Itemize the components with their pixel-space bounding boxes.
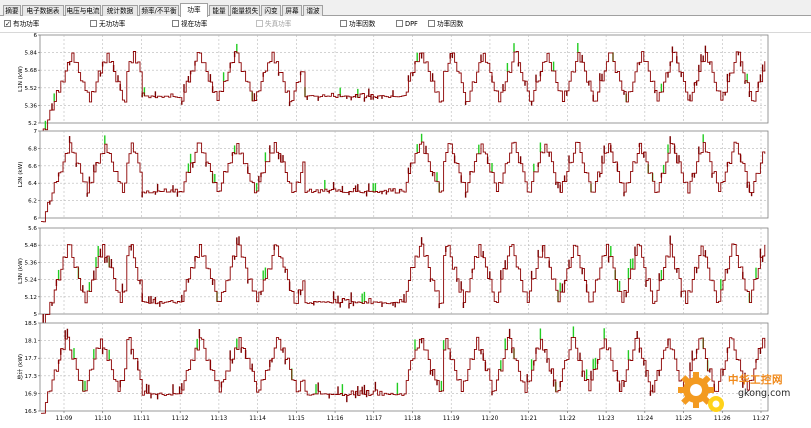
y-tick-label: 17.7	[25, 356, 38, 362]
option-label: 视在功率	[181, 20, 208, 28]
x-tick-label: 11:15	[288, 416, 305, 422]
x-tick-label: 11:16	[327, 416, 344, 422]
checkbox-box[interactable]	[340, 20, 347, 27]
y-tick-label: 5.2	[28, 121, 37, 127]
x-tick-label: 11:12	[172, 416, 189, 422]
x-tick-label: 11:19	[443, 416, 460, 422]
y-tick-label: 5.12	[25, 295, 37, 301]
panel-frame-0	[39, 34, 769, 124]
tab-bar: 摘要 电子数据表 电压与电流 统计数据 频率/不平衡 功率 能量 能量损失 闪变 屏幕 谐波	[0, 0, 811, 17]
tab-2[interactable]: 电压与电流	[65, 5, 101, 16]
y-axis-title: L1N (kW)	[18, 66, 24, 92]
tab-1[interactable]: 电子数据表	[22, 5, 64, 16]
tab-9[interactable]: 屏幕	[282, 5, 302, 16]
y-tick-label: 5.24	[25, 278, 38, 284]
y-tick-label: 6	[33, 33, 37, 39]
y-tick-label: 5.6	[28, 226, 37, 232]
option-label: DPF	[405, 20, 418, 28]
x-tick-label: 11:11	[133, 416, 150, 422]
watermark: 中华工控网 gkong.com	[676, 368, 808, 420]
y-tick-label: 5.52	[25, 86, 37, 92]
option-label: 无功功率	[99, 20, 126, 28]
y-tick-label: 5.48	[25, 243, 38, 249]
y-axis-title: L2N (kW)	[18, 162, 24, 188]
y-tick-label: 6.6	[28, 164, 37, 170]
option-checkbox-4[interactable]: 功率因数	[340, 20, 375, 29]
y-axis-title: L3N (kW)	[18, 258, 24, 284]
tab-7[interactable]: 能量损失	[230, 5, 260, 16]
watermark-url: gkong.com	[738, 388, 791, 399]
tab-6[interactable]: 能量	[209, 5, 229, 16]
option-checkbox-5[interactable]: DPF	[396, 20, 418, 29]
option-label: 功率因数	[349, 20, 376, 28]
option-checkbox-2[interactable]: 视在功率	[172, 20, 207, 29]
y-axis-title: 总计 (kW)	[16, 354, 24, 380]
panel-frame-1	[39, 130, 769, 219]
y-tick-label: 5.36	[25, 103, 38, 109]
checkbox-box[interactable]	[90, 20, 97, 27]
x-tick-label: 11:24	[636, 416, 653, 422]
panel-frame-3	[39, 322, 769, 412]
x-tick-label: 11:21	[520, 416, 537, 422]
checkbox-box[interactable]	[396, 20, 403, 27]
y-tick-label: 17.3	[25, 374, 38, 380]
option-label: 有功功率	[13, 20, 40, 28]
y-tick-label: 18.1	[25, 339, 38, 345]
checkbox-box[interactable]	[256, 20, 263, 27]
x-tick-label: 11:09	[56, 416, 73, 422]
checkbox-box[interactable]	[172, 20, 179, 27]
series-toolbar: 有功功率 无功功率 视在功率 失真功率 功率因数 DPF 功率因数	[0, 16, 811, 33]
x-tick-label: 11:13	[211, 416, 228, 422]
option-checkbox-3[interactable]: 失真功率	[256, 20, 291, 29]
option-label: 失真功率	[265, 20, 292, 28]
tab-4[interactable]: 频率/不平衡	[139, 5, 179, 16]
tab-5[interactable]: 功率	[180, 3, 208, 17]
y-tick-label: 16.5	[25, 409, 38, 415]
watermark-name: 中华工控网	[728, 374, 783, 386]
x-tick-label: 11:23	[598, 416, 615, 422]
x-tick-label: 11:17	[365, 416, 382, 422]
x-tick-label: 11:20	[482, 416, 499, 422]
y-tick-label: 6.8	[28, 146, 37, 152]
y-tick-label: 16.9	[25, 391, 38, 397]
y-tick-label: 7	[33, 129, 37, 135]
x-tick-label: 11:10	[94, 416, 111, 422]
option-checkbox-6[interactable]: 功率因数	[428, 20, 463, 29]
tab-10[interactable]: 谐波	[303, 5, 323, 16]
y-tick-label: 5.84	[25, 51, 38, 57]
checkbox-box[interactable]	[428, 20, 435, 27]
y-tick-label: 6.2	[28, 199, 37, 205]
y-tick-label: 18.5	[25, 321, 38, 327]
y-tick-label: 6	[33, 216, 37, 222]
option-label: 功率因数	[437, 20, 464, 28]
y-tick-label: 5.36	[25, 260, 38, 266]
y-tick-label: 6.4	[28, 181, 37, 187]
x-tick-label: 11:22	[559, 416, 576, 422]
tab-0[interactable]: 摘要	[3, 5, 21, 16]
y-tick-label: 5.68	[25, 68, 38, 74]
x-tick-label: 11:14	[249, 416, 266, 422]
tab-8[interactable]: 闪变	[261, 5, 281, 16]
option-checkbox-1[interactable]: 无功功率	[90, 20, 125, 29]
gear-logo-icon	[678, 372, 724, 412]
x-tick-label: 11:18	[404, 416, 421, 422]
checkbox-box[interactable]	[4, 20, 11, 27]
tab-3[interactable]: 统计数据	[102, 5, 138, 16]
y-tick-label: 5	[33, 312, 37, 318]
option-checkbox-0[interactable]: 有功功率	[4, 20, 39, 29]
